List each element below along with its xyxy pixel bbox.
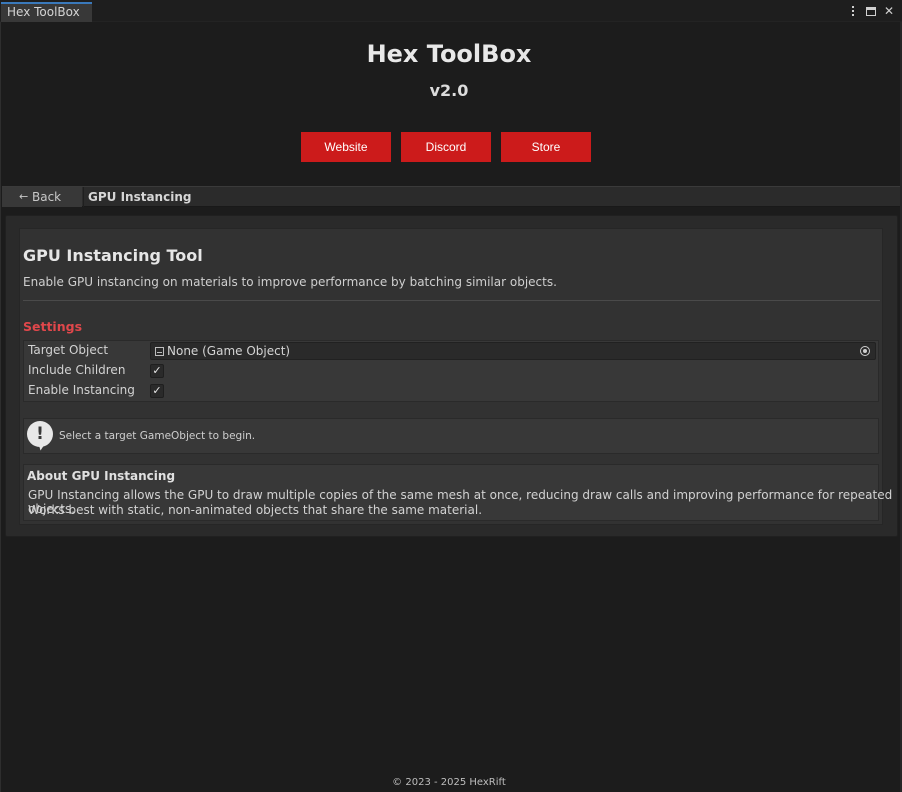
tool-title: GPU Instancing Tool — [23, 246, 203, 265]
target-object-value: None (Game Object) — [167, 344, 291, 358]
section-divider — [23, 300, 880, 301]
tab-hex-toolbox[interactable]: Hex ToolBox — [1, 2, 92, 22]
info-exclamation-icon: ! — [27, 421, 53, 447]
object-picker-icon[interactable] — [860, 346, 870, 356]
window-controls: ✕ — [846, 2, 896, 20]
about-heading: About GPU Instancing — [27, 469, 176, 483]
close-icon[interactable]: ✕ — [882, 3, 896, 19]
app-title: Hex ToolBox — [366, 40, 532, 68]
target-object-label: Target Object — [28, 343, 109, 357]
include-children-label: Include Children — [28, 363, 126, 377]
maximize-icon[interactable] — [864, 3, 878, 19]
settings-heading: Settings — [23, 319, 83, 334]
tab-bar: Hex ToolBox ✕ — [0, 0, 902, 22]
website-button[interactable]: Website — [301, 132, 391, 162]
store-button[interactable]: Store — [501, 132, 591, 162]
back-button-label: Back — [32, 190, 62, 204]
gameobject-cube-icon — [155, 347, 164, 356]
arrow-left-icon: ← — [19, 190, 29, 203]
back-button[interactable]: ← Back — [2, 187, 82, 207]
enable-instancing-label: Enable Instancing — [28, 383, 135, 397]
nav-separator — [83, 187, 84, 207]
enable-instancing-checkbox[interactable]: ✓ — [150, 384, 164, 398]
include-children-checkbox[interactable]: ✓ — [150, 364, 164, 378]
discord-button[interactable]: Discord — [401, 132, 491, 162]
app-version: v2.0 — [429, 81, 469, 100]
window-left-edge — [0, 22, 1, 792]
target-object-field[interactable]: None (Game Object) — [150, 342, 876, 360]
footer-copyright: © 2023 - 2025 HexRift — [392, 777, 506, 788]
info-message: Select a target GameObject to begin. — [59, 430, 256, 442]
navigation-bar: ← Back GPU Instancing — [2, 186, 900, 207]
breadcrumb: GPU Instancing — [88, 190, 192, 204]
about-text-line-2: Works best with static, non-animated obj… — [28, 503, 483, 517]
tool-description: Enable GPU instancing on materials to im… — [23, 275, 557, 289]
kebab-menu-icon[interactable] — [846, 3, 860, 19]
